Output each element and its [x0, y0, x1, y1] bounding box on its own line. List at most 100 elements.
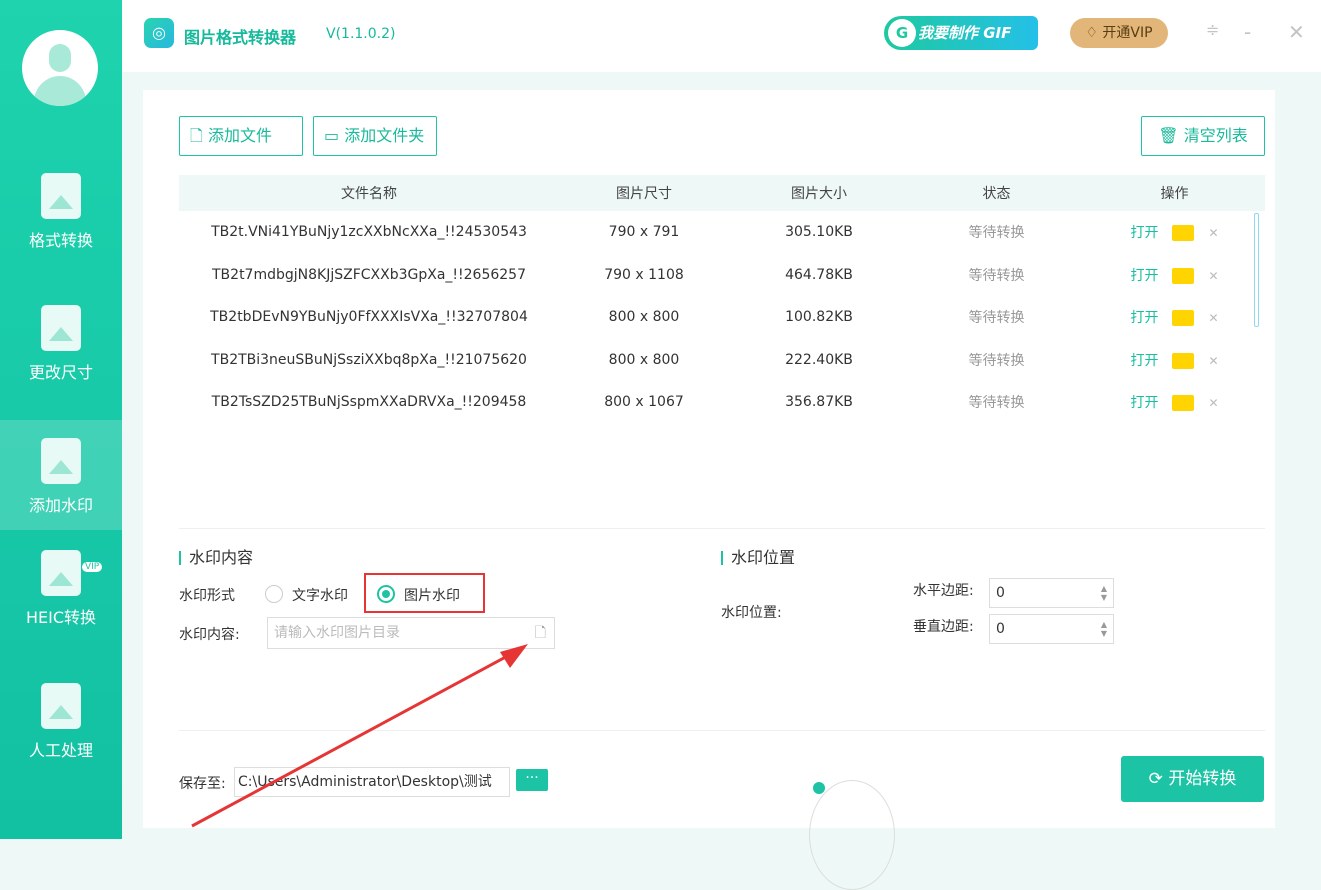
watermark-content-label: 水印内容: [179, 627, 240, 643]
highlight-box [364, 573, 485, 613]
actions: 打开 ✕ [1084, 296, 1265, 339]
btn-label: 添加文件 [207, 126, 272, 145]
folder-icon[interactable] [1172, 267, 1195, 284]
table-row[interactable]: TB2TBi3neuSBuNjSsziXXbq8pXa_!!21075620 8… [179, 339, 1265, 382]
table-row[interactable]: TB2tbDEvN9YBuNjy0FfXXXIsVXa_!!32707804 8… [179, 296, 1265, 339]
gif-logo-icon: G [888, 19, 916, 47]
save-to-label: 保存至: [179, 776, 226, 792]
open-link[interactable]: 打开 [1130, 353, 1158, 369]
image-dimensions: 800 x 800 [608, 351, 680, 368]
save-path-input[interactable]: C:\Users\Administrator\Desktop\测试 [234, 767, 510, 797]
file-size: 356.87KB [785, 394, 853, 411]
watermark-position-label: 水印位置: [721, 605, 782, 621]
folder-icon[interactable] [1172, 352, 1195, 369]
table-row[interactable]: TB2t7mdbgjN8KJjSZFCXXb3GpXa_!!2656257 79… [179, 254, 1265, 297]
refresh-icon: ⟳ [1148, 769, 1169, 789]
sidebar-item-heic[interactable]: VIP HEIC转换 [0, 532, 122, 642]
add-file-button[interactable]: 🗋 添加文件 [179, 116, 303, 156]
folder-add-icon: ▭ [324, 126, 345, 145]
clear-list-button[interactable]: 🗑 清空列表 [1141, 116, 1265, 156]
table-row[interactable]: TB2t.VNi41YBuNjy1zcXXbNcXXa_!!24530543 7… [179, 211, 1265, 254]
nav-label: 人工处理 [28, 741, 93, 760]
remove-icon[interactable]: ✕ [1208, 269, 1218, 283]
file-table: 文件名称 图片尺寸 图片大小 状态 操作 TB2t.VNi41YBuNjy1zc… [179, 175, 1265, 424]
image-dimensions: 790 x 791 [608, 224, 680, 241]
nav-label: 添加水印 [28, 496, 93, 515]
watermark-image-path-input[interactable]: 请输入水印图片目录 🗋 [267, 617, 555, 649]
open-vip-button[interactable]: ♢ 开通VIP [1070, 18, 1168, 48]
text-watermark-radio[interactable] [265, 585, 283, 603]
main-panel: 🗋 添加文件 ▭ 添加文件夹 🗑 清空列表 文件名称 图片尺寸 图片大小 状态 … [143, 90, 1275, 890]
watermark-form-label: 水印形式 [179, 588, 235, 604]
status: 等待转换 [968, 267, 1025, 284]
text-watermark-label: 文字水印 [292, 588, 348, 604]
open-link[interactable]: 打开 [1130, 395, 1158, 411]
add-folder-button[interactable]: ▭ 添加文件夹 [313, 116, 437, 156]
open-link[interactable]: 打开 [1130, 310, 1158, 326]
file-add-icon: 🗋 [190, 126, 208, 145]
open-link[interactable]: 打开 [1130, 225, 1158, 241]
manual-process-icon [41, 683, 81, 729]
folder-icon[interactable] [1172, 395, 1195, 412]
sidebar-item-resize[interactable]: 更改尺寸 [0, 287, 122, 397]
file-size: 305.10KB [785, 224, 853, 241]
gif-label: 我要制作 GIF [918, 24, 1012, 42]
status: 等待转换 [968, 395, 1025, 412]
col-header-status: 状态 [909, 175, 1084, 211]
actions: 打开 ✕ [1084, 381, 1265, 424]
position-handle[interactable] [813, 782, 825, 794]
spinner-icon[interactable]: ▲ ▼ [1101, 620, 1107, 638]
make-gif-button[interactable]: G 我要制作 GIF [884, 16, 1038, 50]
close-button[interactable]: ✕ [1288, 20, 1305, 44]
file-size: 222.40KB [785, 351, 853, 368]
folder-icon[interactable] [1172, 225, 1195, 242]
file-name: TB2tbDEvN9YBuNjy0FfXXXIsVXa_!!32707804 [210, 309, 528, 326]
watermark-icon [41, 438, 81, 484]
remove-icon[interactable]: ✕ [1208, 226, 1218, 240]
position-preview [809, 780, 895, 890]
image-dimensions: 800 x 1067 [604, 394, 684, 411]
sidebar-item-format-convert[interactable]: 格式转换 [0, 155, 122, 265]
actions: 打开 ✕ [1084, 254, 1265, 297]
browse-button[interactable]: ··· [516, 769, 548, 791]
title-bar: ◎ 图片格式转换器 V(1.1.0.2) G 我要制作 GIF ♢ 开通VIP ≑… [122, 0, 1321, 72]
spinner-icon[interactable]: ▲ ▼ [1101, 584, 1107, 602]
v-margin-label: 垂直边距: [913, 619, 974, 635]
v-margin-input[interactable]: 0 ▲ ▼ [989, 614, 1114, 644]
file-size: 464.78KB [785, 266, 853, 283]
image-resize-icon [41, 305, 81, 351]
value: 0 [996, 621, 1005, 637]
open-link[interactable]: 打开 [1130, 268, 1158, 284]
minimize-button[interactable]: - [1244, 20, 1251, 44]
file-browse-icon[interactable]: 🗋 [535, 618, 546, 648]
nav-label: 格式转换 [28, 231, 93, 250]
divider [179, 730, 1265, 731]
remove-icon[interactable]: ✕ [1208, 311, 1218, 325]
sidebar-item-manual[interactable]: 人工处理 [0, 665, 122, 775]
h-margin-input[interactable]: 0 ▲ ▼ [989, 578, 1114, 608]
btn-label: 添加文件夹 [344, 126, 425, 145]
col-header-dimensions: 图片尺寸 [559, 175, 729, 211]
image-convert-icon [41, 173, 81, 219]
vip-badge: VIP [82, 562, 103, 572]
sidebar-item-watermark[interactable]: 添加水印 [0, 420, 122, 530]
image-dimensions: 790 x 1108 [604, 266, 684, 283]
value: 0 [996, 585, 1005, 601]
table-row[interactable]: TB2TsSZD25TBuNjSspmXXaDRVXa_!!209458 800… [179, 381, 1265, 424]
folder-icon[interactable] [1172, 310, 1195, 327]
remove-icon[interactable]: ✕ [1208, 354, 1218, 368]
vip-label: 开通VIP [1102, 25, 1153, 41]
nav-label: HEIC转换 [25, 608, 97, 627]
remove-icon[interactable]: ✕ [1208, 396, 1218, 410]
scrollbar[interactable] [1254, 213, 1259, 327]
file-name: TB2TBi3neuSBuNjSsziXXbq8pXa_!!21075620 [211, 351, 527, 368]
watermark-content-title: 水印内容 [179, 550, 253, 566]
nav-label: 更改尺寸 [28, 363, 93, 382]
avatar[interactable] [22, 30, 98, 106]
app-title: 图片格式转换器 [184, 28, 297, 47]
divider [179, 528, 1265, 529]
menu-icon[interactable]: ≑ [1206, 20, 1219, 39]
file-name: TB2t7mdbgjN8KJjSZFCXXb3GpXa_!!2656257 [212, 266, 526, 283]
diamond-icon: ♢ [1085, 25, 1103, 41]
start-convert-button[interactable]: ⟳ 开始转换 [1121, 756, 1264, 802]
